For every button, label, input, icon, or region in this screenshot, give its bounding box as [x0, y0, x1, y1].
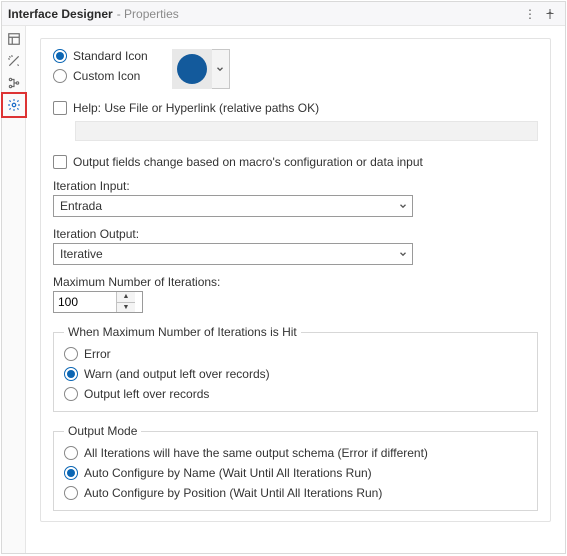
- max-hit-warn-radio[interactable]: Warn (and output left over records): [64, 367, 527, 381]
- icon-section: Standard Icon Custom Icon: [53, 49, 538, 89]
- iteration-input-label: Iteration Input:: [53, 179, 538, 193]
- standard-icon-label: Standard Icon: [73, 49, 148, 63]
- wand-icon: [7, 54, 21, 68]
- iteration-input-value: Entrada: [60, 199, 102, 213]
- max-hit-leftover-label: Output left over records: [84, 387, 209, 401]
- max-iterations-spinner[interactable]: ▲ ▼: [53, 291, 143, 313]
- pin-button[interactable]: [541, 5, 559, 23]
- output-mode-bypos-label: Auto Configure by Position (Wait Until A…: [84, 486, 382, 500]
- layout-icon: [7, 32, 21, 46]
- icon-dropdown-button[interactable]: [212, 49, 230, 89]
- properties-tab[interactable]: [5, 96, 23, 114]
- iteration-output-select[interactable]: Iterative: [53, 243, 413, 265]
- max-hit-group: Error Warn (and output left over records…: [64, 347, 527, 401]
- radio-icon: [64, 466, 78, 480]
- chevron-down-icon: [398, 249, 408, 259]
- radio-icon: [64, 347, 78, 361]
- output-fields-change-label: Output fields change based on macro's co…: [73, 155, 423, 169]
- radio-icon: [64, 387, 78, 401]
- iteration-output-label: Iteration Output:: [53, 227, 538, 241]
- output-mode-byname-label: Auto Configure by Name (Wait Until All I…: [84, 466, 372, 480]
- iteration-output-value: Iterative: [60, 247, 103, 261]
- output-mode-legend: Output Mode: [64, 424, 141, 438]
- output-fields-change-checkbox[interactable]: Output fields change based on macro's co…: [53, 155, 538, 169]
- iteration-output-block: Iteration Output: Iterative: [53, 227, 538, 265]
- custom-icon-radio[interactable]: Custom Icon: [53, 69, 148, 83]
- layout-tab[interactable]: [5, 30, 23, 48]
- help-input[interactable]: [75, 121, 538, 141]
- triangle-up-icon: ▲: [123, 293, 130, 300]
- help-checkbox-label: Help: Use File or Hyperlink (relative pa…: [73, 101, 319, 115]
- max-hit-legend: When Maximum Number of Iterations is Hit: [64, 325, 301, 339]
- gear-icon: [7, 98, 21, 112]
- output-mode-same-label: All Iterations will have the same output…: [84, 446, 428, 460]
- standard-icon-radio[interactable]: Standard Icon: [53, 49, 148, 63]
- icon-picker: [172, 49, 230, 89]
- body: Standard Icon Custom Icon: [2, 26, 565, 553]
- checkbox-icon: [53, 101, 67, 115]
- pin-icon: [544, 8, 556, 20]
- content-area: Standard Icon Custom Icon: [26, 26, 565, 553]
- max-iterations-block: Maximum Number of Iterations: ▲ ▼: [53, 275, 538, 313]
- max-hit-leftover-radio[interactable]: Output left over records: [64, 387, 527, 401]
- output-mode-byname-radio[interactable]: Auto Configure by Name (Wait Until All I…: [64, 466, 527, 480]
- icon-radio-group: Standard Icon Custom Icon: [53, 49, 148, 83]
- spinner-up-button[interactable]: ▲: [117, 292, 135, 303]
- output-mode-fieldset: Output Mode All Iterations will have the…: [53, 424, 538, 511]
- radio-icon: [64, 486, 78, 500]
- max-iterations-input[interactable]: [54, 292, 116, 312]
- properties-panel: Standard Icon Custom Icon: [40, 38, 551, 522]
- chevron-down-icon: [215, 64, 225, 74]
- custom-icon-label: Custom Icon: [73, 69, 140, 83]
- help-checkbox[interactable]: Help: Use File or Hyperlink (relative pa…: [53, 101, 538, 115]
- max-hit-fieldset: When Maximum Number of Iterations is Hit…: [53, 325, 538, 412]
- iteration-input-block: Iteration Input: Entrada: [53, 179, 538, 217]
- tool-icon: [177, 54, 207, 84]
- menu-dots-icon: ⋮: [524, 7, 536, 21]
- max-hit-error-radio[interactable]: Error: [64, 347, 527, 361]
- side-tabs: [2, 26, 26, 553]
- checkbox-icon: [53, 155, 67, 169]
- output-mode-bypos-radio[interactable]: Auto Configure by Position (Wait Until A…: [64, 486, 527, 500]
- spinner-down-button[interactable]: ▼: [117, 303, 135, 313]
- max-hit-warn-label: Warn (and output left over records): [84, 367, 270, 381]
- window: Interface Designer - Properties ⋮: [1, 1, 566, 554]
- title-main: Interface Designer: [8, 7, 113, 21]
- title-sub: - Properties: [117, 7, 179, 21]
- spinner-buttons: ▲ ▼: [116, 292, 135, 312]
- radio-icon: [53, 49, 67, 63]
- tree-icon: [7, 76, 21, 90]
- chevron-down-icon: [398, 201, 408, 211]
- iteration-input-select[interactable]: Entrada: [53, 195, 413, 217]
- radio-icon: [64, 446, 78, 460]
- radio-icon: [53, 69, 67, 83]
- test-tab[interactable]: [5, 52, 23, 70]
- icon-preview: [172, 49, 212, 89]
- output-mode-group: All Iterations will have the same output…: [64, 446, 527, 500]
- tree-tab[interactable]: [5, 74, 23, 92]
- max-iterations-label: Maximum Number of Iterations:: [53, 275, 538, 289]
- triangle-down-icon: ▼: [123, 304, 130, 311]
- output-mode-same-radio[interactable]: All Iterations will have the same output…: [64, 446, 527, 460]
- titlebar: Interface Designer - Properties ⋮: [2, 2, 565, 26]
- options-button[interactable]: ⋮: [521, 5, 539, 23]
- max-hit-error-label: Error: [84, 347, 111, 361]
- radio-icon: [64, 367, 78, 381]
